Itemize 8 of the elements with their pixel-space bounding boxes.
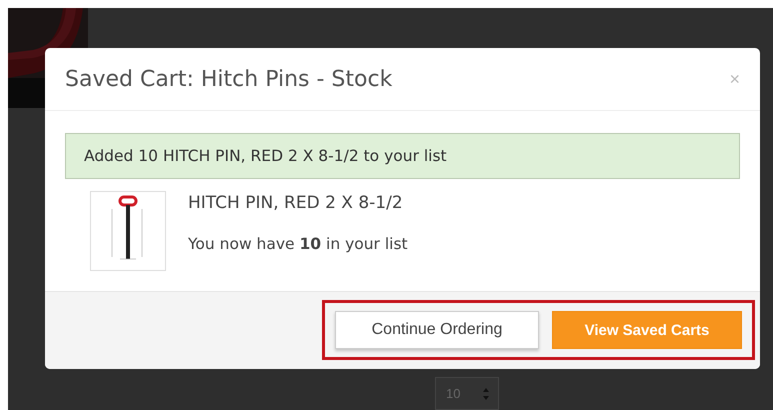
list-count-text: You now have 10 in your list — [188, 235, 408, 253]
product-name: HITCH PIN, RED 2 X 8-1/2 — [188, 193, 404, 213]
view-saved-carts-button[interactable]: View Saved Carts — [552, 311, 742, 349]
close-button[interactable]: × — [729, 68, 740, 90]
dialog-title: Saved Cart: Hitch Pins - Stock — [65, 66, 392, 92]
success-alert: Added 10 HITCH PIN, RED 2 X 8-1/2 to your list — [65, 133, 740, 179]
spinner-icon — [482, 386, 490, 402]
continue-ordering-button[interactable]: Continue Ordering — [335, 311, 539, 349]
